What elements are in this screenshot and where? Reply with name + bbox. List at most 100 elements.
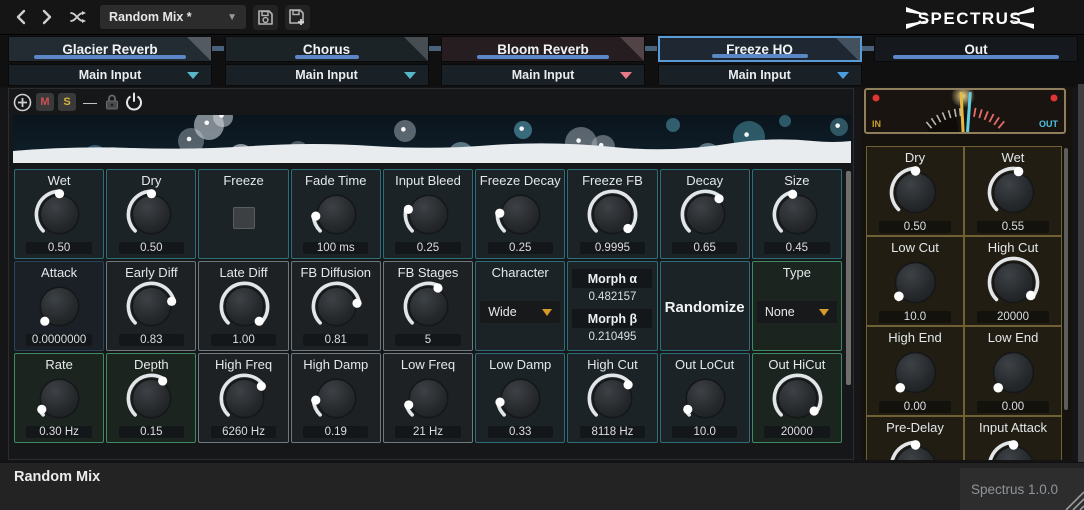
out-hicut-knob[interactable] <box>771 372 823 426</box>
param-value[interactable]: 100 ms <box>303 242 369 254</box>
wet-knob[interactable] <box>33 188 85 242</box>
param-value[interactable]: 0.83 <box>118 334 184 346</box>
param-value[interactable]: 0.50 <box>26 242 92 254</box>
resize-grip-icon[interactable] <box>1062 488 1084 510</box>
fb-stages-knob[interactable] <box>402 280 454 334</box>
plugin-window: Random Mix * ▼ SPECTRUS Glacier Reverb M… <box>0 0 1084 510</box>
tab-chorus[interactable]: Chorus <box>224 36 429 62</box>
mute-button[interactable]: M <box>36 93 54 111</box>
random-preset-button[interactable] <box>66 5 92 29</box>
fade-time-knob[interactable] <box>310 188 362 242</box>
mute-label: M <box>40 96 50 108</box>
param-value[interactable]: 0.9995 <box>579 242 646 254</box>
morph-beta-value[interactable]: 0.210495 <box>588 328 636 345</box>
high-freq-knob[interactable] <box>218 372 270 426</box>
param-value[interactable]: 0.45 <box>764 242 830 254</box>
param-value[interactable]: 0.50 <box>879 221 951 233</box>
param-value[interactable]: 10.0 <box>879 311 951 323</box>
save-as-preset-button[interactable] <box>285 4 310 30</box>
param-value[interactable]: 8118 Hz <box>579 426 646 438</box>
freeze-fb-knob[interactable] <box>586 188 638 242</box>
type-select[interactable]: None <box>756 301 837 323</box>
input-bleed-knob[interactable] <box>402 188 454 242</box>
param-value[interactable]: 0.25 <box>487 242 553 254</box>
param-value[interactable]: 0.0000000 <box>26 334 92 346</box>
main-scrollbar[interactable] <box>846 171 851 385</box>
param-value[interactable]: 0.15 <box>118 426 184 438</box>
param-value[interactable]: 20000 <box>764 426 830 438</box>
low-damp-knob[interactable] <box>494 372 546 426</box>
preset-select[interactable]: Random Mix * ▼ <box>100 5 246 29</box>
tab-out[interactable]: Out <box>874 36 1078 62</box>
tab-freeze-hq[interactable]: Freeze HQ <box>657 36 862 62</box>
param-label: Rate <box>45 357 73 372</box>
lock-icon[interactable] <box>104 93 120 111</box>
next-preset-button[interactable] <box>34 5 60 29</box>
input-attack-knob[interactable] <box>986 439 1040 460</box>
freeze-checkbox[interactable] <box>232 207 255 229</box>
power-icon[interactable] <box>124 92 144 112</box>
depth-knob[interactable] <box>125 372 177 426</box>
input-selector-label: Main Input <box>511 68 575 82</box>
high-cut-knob[interactable] <box>986 255 1040 311</box>
param-value[interactable]: 0.50 <box>118 242 184 254</box>
param-value[interactable]: 0.30 Hz <box>26 426 92 438</box>
low-end-knob[interactable] <box>986 345 1040 401</box>
param-value[interactable]: 0.65 <box>672 242 738 254</box>
input-selector-glacier-reverb[interactable]: Main Input <box>8 64 212 86</box>
chevron-right-icon <box>42 9 52 25</box>
freeze-decay-knob[interactable] <box>494 188 546 242</box>
pre-delay-knob[interactable] <box>888 439 942 460</box>
morph-alpha-value[interactable]: 0.482157 <box>588 288 636 305</box>
param-value[interactable]: 0.25 <box>395 242 461 254</box>
input-selector-bloom-reverb[interactable]: Main Input <box>441 64 645 86</box>
randomize-button[interactable]: Randomize <box>665 299 745 316</box>
param-value[interactable]: 0.33 <box>487 426 553 438</box>
param-label: Input Attack <box>979 420 1047 435</box>
tab-bloom-reverb[interactable]: Bloom Reverb <box>441 36 645 62</box>
early-diff-knob[interactable] <box>125 280 177 334</box>
solo-button[interactable]: S <box>58 93 76 111</box>
low-cut-knob[interactable] <box>888 255 942 311</box>
param-cell-input-bleed: Input Bleed 0.25 <box>382 169 474 259</box>
chevron-down-icon <box>542 308 553 316</box>
dry-knob[interactable] <box>888 165 942 221</box>
high-end-knob[interactable] <box>888 345 942 401</box>
param-value[interactable]: 6260 Hz <box>210 426 277 438</box>
param-value[interactable]: 0.19 <box>303 426 369 438</box>
decay-knob[interactable] <box>679 188 731 242</box>
param-value[interactable]: 10.0 <box>672 426 738 438</box>
param-value[interactable]: 21 Hz <box>395 426 461 438</box>
rate-knob[interactable] <box>33 372 85 426</box>
param-value[interactable]: 5 <box>395 334 461 346</box>
add-module-icon[interactable] <box>13 93 32 112</box>
param-value[interactable]: 1.00 <box>210 334 277 346</box>
low-freq-knob[interactable] <box>402 372 454 426</box>
tab-connector <box>861 46 874 51</box>
output-scrollbar[interactable] <box>1064 148 1068 410</box>
tab-glacier-reverb[interactable]: Glacier Reverb <box>8 36 212 62</box>
param-value[interactable]: 0.81 <box>303 334 369 346</box>
param-label: High Cut <box>987 240 1039 255</box>
save-preset-button[interactable] <box>253 4 278 30</box>
param-value[interactable]: 0.00 <box>879 401 951 413</box>
character-select[interactable]: Wide <box>480 301 561 323</box>
late-diff-knob[interactable] <box>218 280 270 334</box>
wet-knob[interactable] <box>986 165 1040 221</box>
param-label: Character <box>491 265 549 280</box>
dry-knob[interactable] <box>125 188 177 242</box>
input-selector-freeze-hq[interactable]: Main Input <box>657 64 862 86</box>
attack-knob[interactable] <box>33 280 85 334</box>
size-knob[interactable] <box>771 188 823 242</box>
param-value[interactable]: 0.55 <box>977 221 1049 233</box>
param-value[interactable]: 0.00 <box>977 401 1049 413</box>
high-damp-knob[interactable] <box>310 372 362 426</box>
high-cut-knob[interactable] <box>586 372 638 426</box>
param-value[interactable]: 20000 <box>977 311 1049 323</box>
input-selector-chorus[interactable]: Main Input <box>224 64 429 86</box>
chevron-down-icon <box>403 72 416 79</box>
morph-alpha-label: Morph α <box>572 269 653 288</box>
prev-preset-button[interactable] <box>8 5 34 29</box>
out-locut-knob[interactable] <box>679 372 731 426</box>
fb-diffusion-knob[interactable] <box>310 280 362 334</box>
